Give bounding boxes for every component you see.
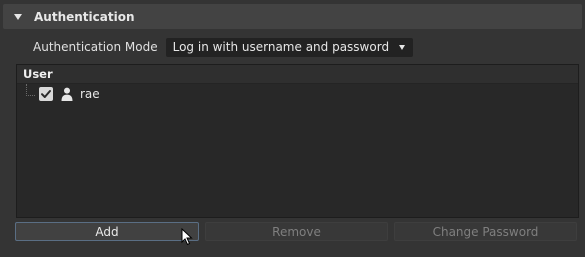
change-password-button[interactable]: Change Password [394, 222, 577, 241]
user-column-header[interactable]: User [17, 65, 578, 84]
authentication-mode-row: Authentication Mode Log in with username… [33, 37, 414, 57]
section-title: Authentication [34, 9, 135, 24]
user-list[interactable]: User rae [16, 64, 579, 218]
checkmark-icon [41, 90, 51, 98]
user-row[interactable]: rae [17, 84, 578, 104]
tree-branch-line [26, 84, 35, 96]
remove-button[interactable]: Remove [205, 222, 388, 241]
user-name: rae [80, 87, 100, 101]
add-button[interactable]: Add [15, 222, 199, 241]
mouse-cursor-icon [181, 228, 193, 246]
collapse-arrow-icon[interactable] [14, 13, 22, 20]
authentication-panel: Authentication Authentication Mode Log i… [0, 0, 585, 257]
dropdown-caret-icon [399, 44, 406, 50]
authentication-mode-label: Authentication Mode [33, 40, 158, 54]
section-header[interactable]: Authentication [3, 4, 582, 29]
authentication-mode-value: Log in with username and password [172, 40, 390, 54]
user-icon [61, 87, 73, 101]
button-bar: Add Remove Change Password [15, 222, 581, 243]
authentication-mode-dropdown[interactable]: Log in with username and password [165, 37, 414, 57]
user-enabled-checkbox[interactable] [39, 87, 53, 101]
user-column-header-label: User [23, 67, 53, 81]
